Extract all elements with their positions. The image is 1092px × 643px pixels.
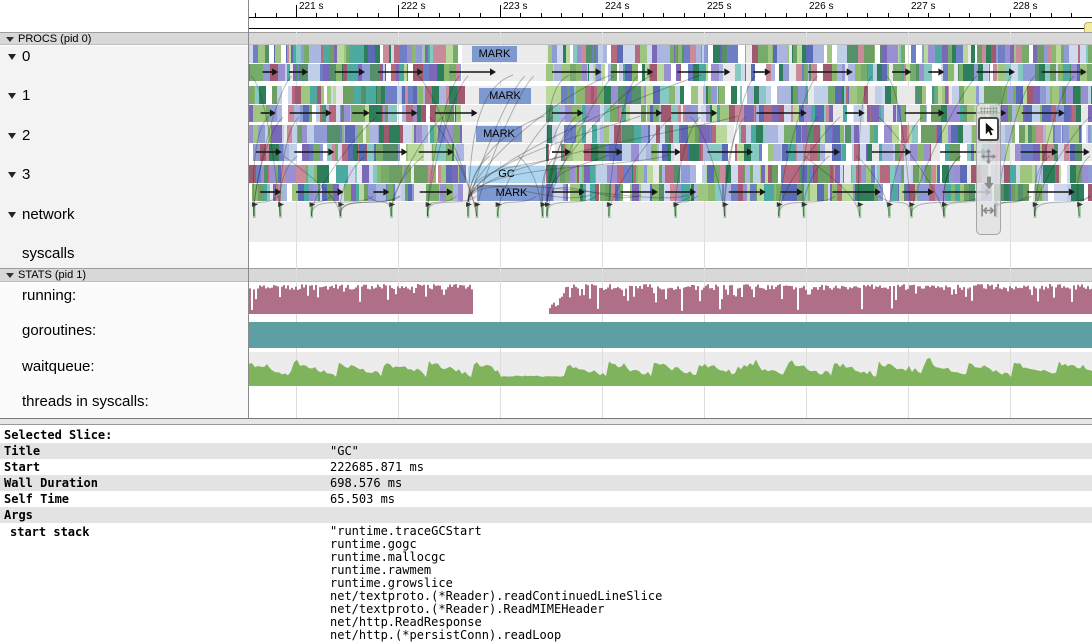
slice-band[interactable] <box>249 45 1092 63</box>
panel-divider[interactable] <box>0 418 1092 425</box>
disclosure-triangle-icon[interactable] <box>8 212 16 218</box>
selected-slice-title: Selected Slice: <box>4 428 112 442</box>
waitqueue-chart[interactable] <box>249 352 1092 386</box>
sidebar-item-network[interactable]: network <box>0 206 248 226</box>
args-header-row: Args <box>0 507 1092 523</box>
disclosure-triangle-icon[interactable] <box>8 133 16 139</box>
trace-viewer: 221 s222 s223 s224 s225 s226 s227 s228 s… <box>0 0 1092 643</box>
mark-slice[interactable]: MARK <box>476 126 522 142</box>
stack-trace: "runtime.traceGCStart runtime.gogc runti… <box>330 525 662 642</box>
disclosure-triangle-icon[interactable] <box>8 172 16 178</box>
stats-track-labels: running: goroutines: waitqueue: threads … <box>0 283 248 418</box>
slice-band[interactable] <box>249 64 1092 81</box>
mark-slice[interactable]: MARK <box>477 185 546 201</box>
pan-arrows-icon <box>980 148 997 165</box>
zoom-arrow-icon <box>981 175 997 191</box>
slice-band[interactable] <box>249 105 1092 122</box>
sidebar-item-proc-0[interactable]: 0 <box>0 48 248 68</box>
palette-drag-handle-icon[interactable] <box>980 107 997 114</box>
slice-band[interactable] <box>249 165 1092 183</box>
field-row-self-time: Self Time 65.503 ms <box>0 491 1092 507</box>
mark-slice[interactable]: MARK <box>472 46 517 62</box>
sidebar-item-proc-2[interactable]: 2 <box>0 127 248 147</box>
disclosure-triangle-icon[interactable] <box>8 93 16 99</box>
slice-band[interactable] <box>249 125 1092 143</box>
sidebar-item-running[interactable]: running: <box>0 287 248 307</box>
mode-selector-palette <box>976 103 1001 235</box>
stats-header-label: STATS (pid 1) <box>18 269 86 281</box>
procs-header-label: PROCS (pid 0) <box>18 33 91 45</box>
collapse-triangle-icon[interactable] <box>6 273 14 278</box>
slice-band[interactable] <box>249 86 1092 104</box>
timing-tool-button[interactable] <box>978 198 999 222</box>
slice-band[interactable] <box>249 184 1092 201</box>
timeline-canvas[interactable]: MARK MARK MARK GC MARK <box>249 0 1092 418</box>
sidebar-item-proc-3[interactable]: 3 <box>0 166 248 186</box>
collapse-triangle-icon[interactable] <box>6 37 14 42</box>
sidebar-item-syscalls[interactable]: syscalls <box>0 245 248 265</box>
selected-slice-panel: Selected Slice: Title "GC" Start 222685.… <box>0 425 1092 643</box>
sidebar-item-proc-1[interactable]: 1 <box>0 87 248 107</box>
zoom-tool-button[interactable] <box>978 171 999 195</box>
track-background <box>249 202 1092 242</box>
sidebar-item-waitqueue[interactable]: waitqueue: <box>0 358 248 378</box>
gc-slice[interactable]: GC <box>468 166 545 183</box>
procs-track-labels: 0 1 2 3 network syscalls <box>0 46 248 268</box>
field-row-title: Title "GC" <box>0 443 1092 459</box>
disclosure-triangle-icon[interactable] <box>8 54 16 60</box>
field-row-wall-duration: Wall Duration 698.576 ms <box>0 475 1092 491</box>
running-chart[interactable] <box>249 284 1092 314</box>
cursor-arrow-icon <box>981 121 997 137</box>
timing-range-icon <box>980 202 997 219</box>
mark-slice[interactable]: MARK <box>479 88 531 104</box>
slice-band[interactable] <box>249 144 1092 161</box>
field-row-start: Start 222685.871 ms <box>0 459 1092 475</box>
selection-tool-button[interactable] <box>978 117 999 141</box>
sidebar-divider <box>248 0 249 418</box>
sidebar-item-threads-in-syscalls[interactable]: threads in syscalls: <box>0 393 248 413</box>
sidebar-item-goroutines[interactable]: goroutines: <box>0 322 248 342</box>
pan-tool-button[interactable] <box>978 144 999 168</box>
goroutines-chart[interactable] <box>249 322 1092 348</box>
